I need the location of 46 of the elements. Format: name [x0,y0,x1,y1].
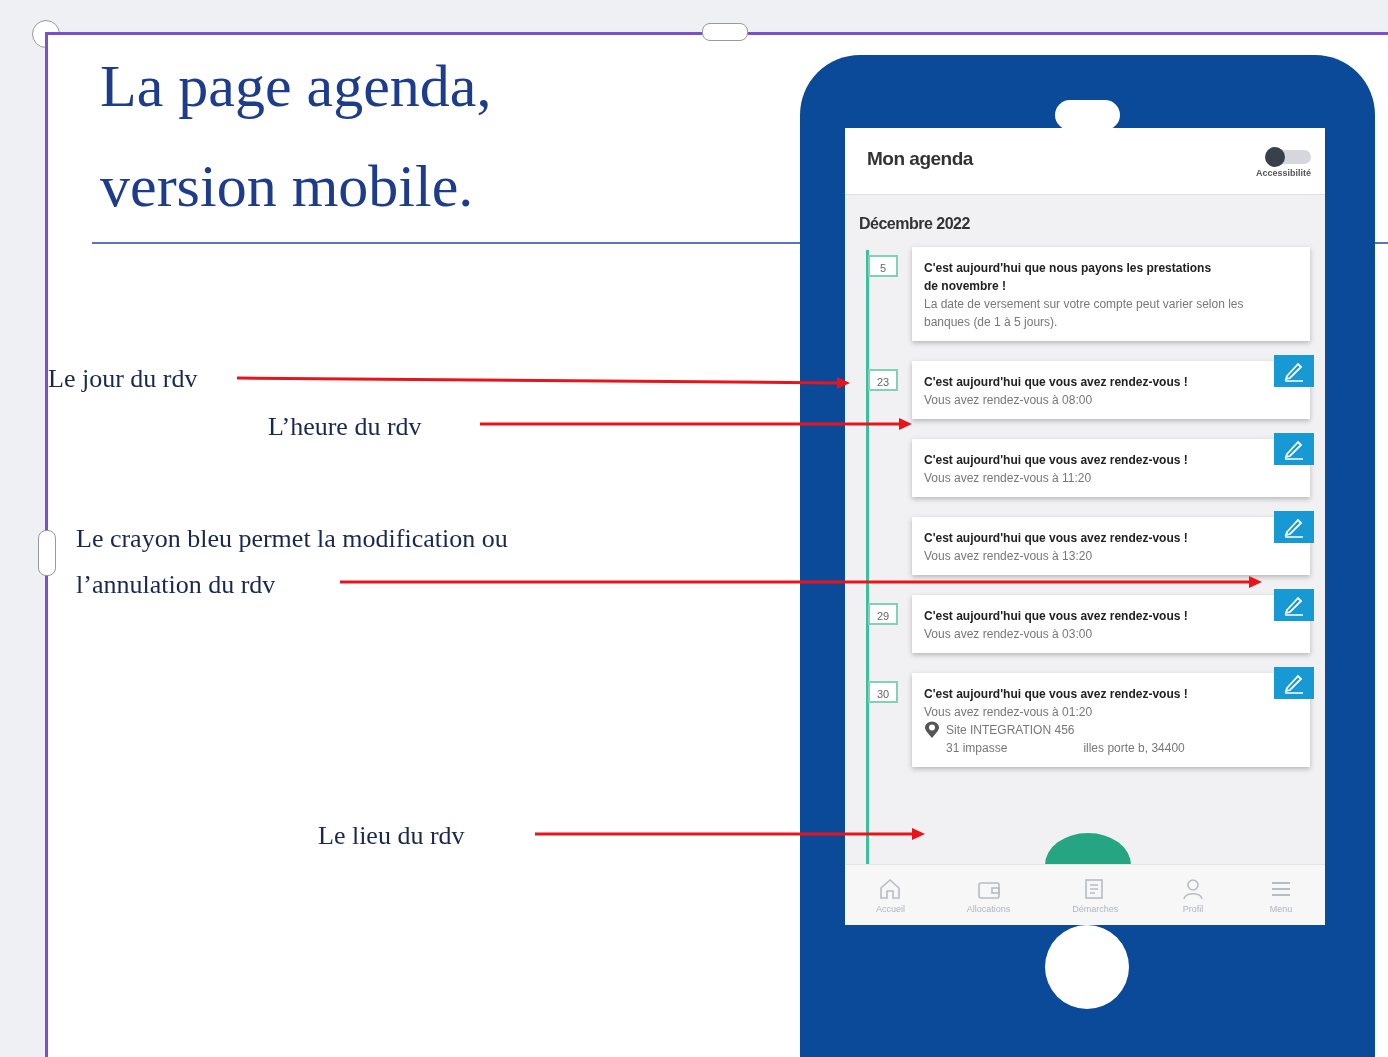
location-name: Site INTEGRATION 456 [946,722,1076,739]
nav-item[interactable]: Accueil [875,876,905,914]
event-title: C'est aujourd'hui que vous avez rendez-vous ! [924,608,1189,625]
edit-button[interactable] [1274,667,1314,699]
nav-item[interactable]: Allocations [966,876,1011,914]
event-title: C'est aujourd'hui que vous avez rendez-vous ! [924,374,1189,391]
day-badge: 23 [868,369,898,391]
resize-handle[interactable] [38,530,56,576]
pencil-icon [1282,672,1306,694]
address-text: illes porte b, 34400 [1083,740,1185,757]
event-text: Vous avez rendez-vous à 13:20 [924,548,1094,565]
event-text: Vous avez rendez-vous à 11:20 [924,470,1093,487]
event-title: C'est aujourd'hui que nous payons les prestations de novembre ! [924,260,1213,295]
event-title: C'est aujourd'hui que vous avez rendez-vous ! [924,452,1189,469]
nav-item[interactable]: Profil [1180,876,1207,914]
pencil-icon [1282,360,1306,382]
pencil-icon [1282,438,1306,460]
annotation-text: Le lieu du rdv [318,820,465,852]
toggle-label: Accessibilité [1255,168,1311,178]
event-text: Vous avez rendez-vous à 01:20 [924,704,1094,721]
pencil-icon [1282,594,1306,616]
annotation-text: L’heure du rdv [268,411,422,443]
page-title: Mon agenda [867,148,973,171]
annotation-text: Le jour du rdv [48,363,198,395]
event-text: Vous avez rendez-vous à 08:00 [924,392,1094,409]
edit-button[interactable] [1274,589,1314,621]
month-heading: Décembre 2022 [859,215,971,233]
nav-item[interactable]: Démarches [1072,876,1119,914]
resize-handle[interactable] [702,23,748,41]
day-badge: 5 [868,255,898,277]
accessibility-toggle[interactable] [1265,150,1311,164]
edit-button[interactable] [1274,511,1314,543]
annotation-text: Le crayon bleu permet la modification ou l’annulation du rdv [76,523,508,601]
event-text: La date de versement sur votre compte peut varier selon les banques (de 1 à 5 jours). [924,296,1245,331]
location-pin-icon [924,721,940,739]
event-title: C'est aujourd'hui que vous avez rendez-vous ! [924,530,1189,547]
address-text: 31 impasse [946,740,1008,757]
event-text: Vous avez rendez-vous à 03:00 [924,626,1094,643]
edit-button[interactable] [1274,355,1314,387]
edit-button[interactable] [1274,433,1314,465]
day-badge: 30 [868,681,898,703]
nav-item[interactable]: Menu [1268,876,1294,914]
pencil-icon [1282,516,1306,538]
day-badge: 29 [868,603,898,625]
slide-title: La page agenda, version mobile. [100,52,492,221]
event-title: C'est aujourd'hui que vous avez rendez-vous ! [924,686,1189,703]
